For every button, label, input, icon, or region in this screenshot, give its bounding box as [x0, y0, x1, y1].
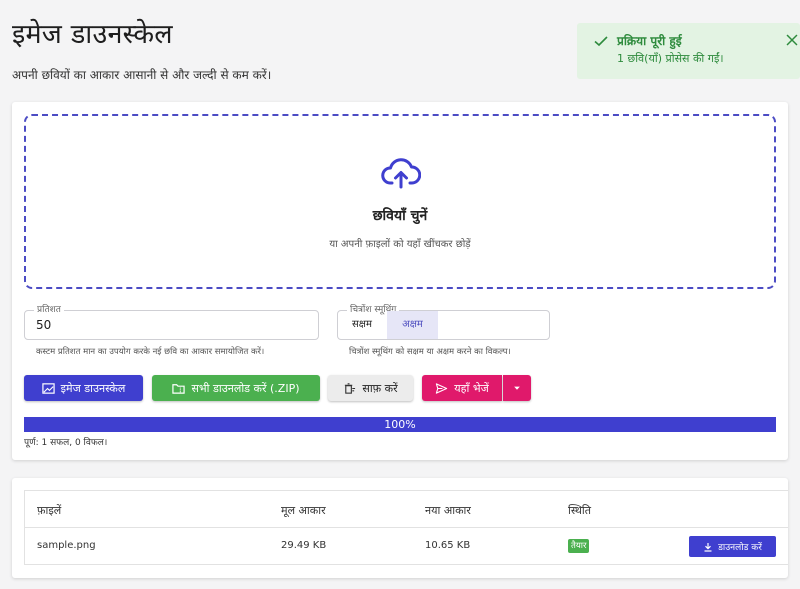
success-toast: प्रक्रिया पूरी हुई 1 छवि(याँ) प्रोसेस की…	[577, 23, 800, 79]
column-header-status: स्थिति	[568, 504, 592, 517]
clear-button[interactable]: साफ़ करें	[328, 375, 413, 401]
upload-card: छवियाँ चुनें या अपनी फ़ाइलों को यहाँ खीं…	[12, 102, 788, 460]
folder-zip-icon	[172, 383, 186, 394]
image-dropzone[interactable]: छवियाँ चुनें या अपनी फ़ाइलों को यहाँ खीं…	[24, 114, 776, 289]
check-icon	[594, 36, 608, 47]
file-name: sample.png	[37, 540, 96, 551]
progress-label: 100%	[384, 418, 416, 431]
percentage-helper: कस्टम प्रतिशत मान का उपयोग करके नई छवि क…	[36, 347, 265, 357]
column-header-files: फ़ाइलें	[37, 504, 62, 517]
smoothing-disable-option[interactable]: अक्षम	[387, 311, 438, 339]
percentage-input[interactable]	[36, 318, 306, 332]
files-table-header: फ़ाइलें मूल आकार नया आकार स्थिति	[25, 491, 788, 528]
close-icon[interactable]	[786, 34, 798, 46]
column-header-original-size: मूल आकार	[281, 504, 326, 517]
smoothing-helper: चित्रोंश स्मूथिंग को सक्षम या अक्षम करने…	[349, 347, 511, 357]
dropzone-hint: या अपनी फ़ाइलों को यहाँ खींचकर छोड़ें	[329, 239, 471, 250]
image-icon	[41, 382, 55, 394]
send-button[interactable]: यहाँ भेजें	[422, 375, 502, 401]
clear-button-label: साफ़ करें	[362, 381, 398, 395]
percentage-label: प्रतिशत	[34, 305, 64, 315]
send-button-label: यहाँ भेजें	[454, 381, 489, 395]
column-header-new-size: नया आकार	[425, 504, 471, 517]
original-size: 29.49 KB	[281, 540, 327, 551]
page-title: इमेज डाउनस्केल	[12, 19, 173, 50]
download-zip-button-label: सभी डाउनलोड करें (.ZIP)	[191, 381, 300, 395]
download-zip-button[interactable]: सभी डाउनलोड करें (.ZIP)	[152, 375, 320, 401]
toast-title: प्रक्रिया पूरी हुई	[617, 34, 682, 48]
new-size: 10.65 KB	[425, 540, 471, 551]
caret-down-icon	[514, 386, 520, 390]
download-icon	[704, 542, 712, 552]
downscale-button[interactable]: इमेज डाउनस्केल	[24, 375, 143, 401]
files-table: फ़ाइलें मूल आकार नया आकार स्थिति sample.…	[24, 490, 788, 565]
status-badge: तैयार	[568, 539, 590, 553]
send-options-button[interactable]	[503, 375, 531, 401]
send-icon	[436, 382, 448, 394]
toast-message: 1 छवि(याँ) प्रोसेस की गईं।	[617, 52, 724, 65]
files-card: फ़ाइलें मूल आकार नया आकार स्थिति sample.…	[12, 478, 788, 578]
smoothing-enable-option[interactable]: सक्षम	[337, 310, 387, 340]
row-download-label: डाउनलोड करें	[718, 543, 762, 553]
downscale-button-label: इमेज डाउनस्केल	[60, 381, 126, 395]
row-download-button[interactable]: डाउनलोड करें	[689, 536, 776, 557]
cloud-upload-icon	[381, 158, 421, 189]
dropzone-title: छवियाँ चुनें	[372, 208, 428, 224]
progress-bar: 100%	[24, 417, 776, 432]
clear-icon	[345, 382, 356, 394]
table-row: sample.png 29.49 KB 10.65 KB तैयार डाउनल…	[25, 528, 788, 565]
progress-summary: पूर्ण: 1 सफल, 0 विफल।	[24, 438, 108, 448]
page-subtitle: अपनी छवियों का आकार आसानी से और जल्दी से…	[12, 68, 272, 82]
